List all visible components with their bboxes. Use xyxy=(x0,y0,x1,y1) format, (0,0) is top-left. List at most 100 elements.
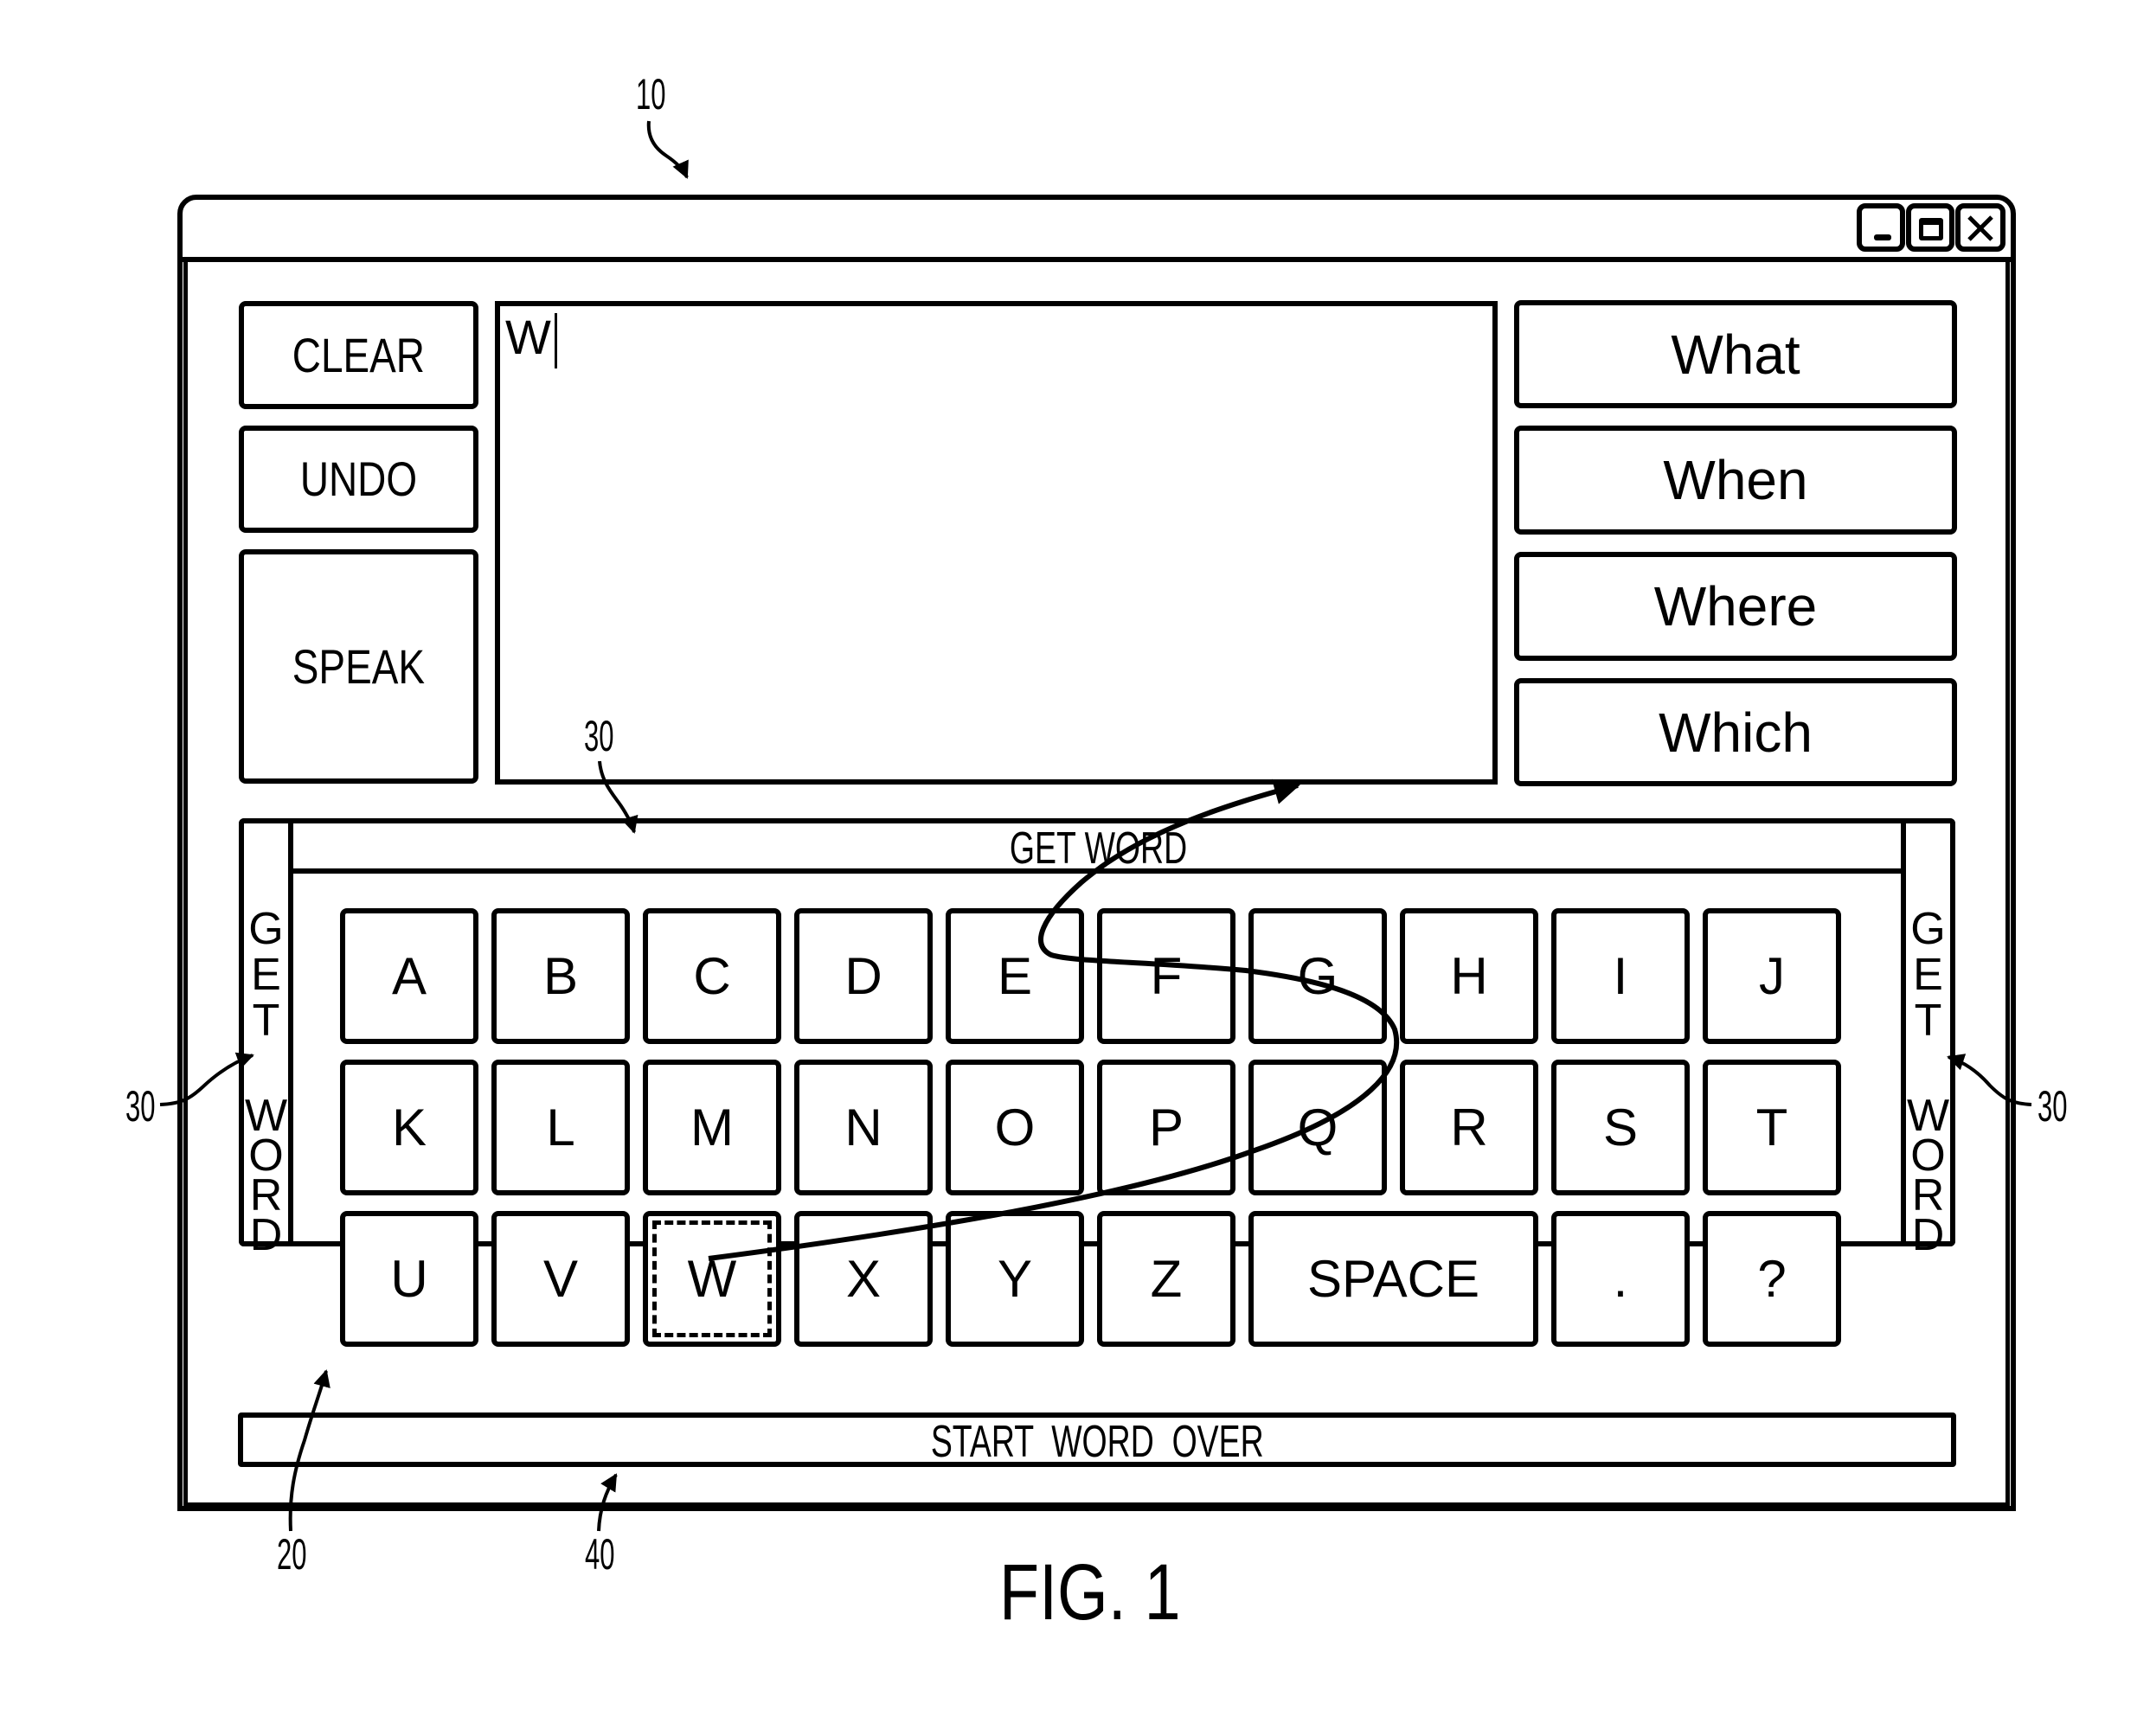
key-label: O xyxy=(994,1098,1036,1156)
word-prediction-what[interactable]: What xyxy=(1514,300,1957,408)
key-label: T xyxy=(1755,1098,1788,1156)
ref-label-30-left: 30 xyxy=(125,1082,156,1131)
maximize-icon xyxy=(1919,218,1943,240)
key-n[interactable]: N xyxy=(794,1060,933,1195)
minimize-icon xyxy=(1874,234,1891,240)
minimize-button[interactable] xyxy=(1857,203,1905,252)
key-k[interactable]: K xyxy=(340,1060,478,1195)
key-j[interactable]: J xyxy=(1703,908,1841,1044)
get-word-right-letter: E xyxy=(1913,950,1943,1000)
get-word-right-letter: T xyxy=(1914,996,1942,1046)
key-x[interactable]: X xyxy=(794,1211,933,1347)
key-s[interactable]: S xyxy=(1551,1060,1690,1195)
get-word-left-letter: D xyxy=(249,1210,283,1260)
key-label: P xyxy=(1148,1098,1184,1156)
key-label: X xyxy=(845,1249,882,1308)
key-label: A xyxy=(391,946,427,1005)
key-h[interactable]: H xyxy=(1400,908,1538,1044)
selected-key-indicator xyxy=(652,1220,772,1337)
key-g[interactable]: G xyxy=(1248,908,1387,1044)
ref-label-10: 10 xyxy=(636,70,666,119)
key-label: M xyxy=(690,1098,734,1156)
key-a[interactable]: A xyxy=(340,908,478,1044)
clear-label: CLEAR xyxy=(292,327,426,382)
text-caret xyxy=(554,313,557,368)
start-word-over-label: START WORD OVER xyxy=(930,1416,1264,1467)
undo-label: UNDO xyxy=(299,452,418,506)
get-word-top-bar[interactable]: GET WORD xyxy=(291,818,1906,874)
key-label: J xyxy=(1759,946,1785,1005)
message-text: W xyxy=(505,310,551,364)
key-q[interactable]: Q xyxy=(1248,1060,1387,1195)
key-o[interactable]: O xyxy=(946,1060,1084,1195)
key-z[interactable]: Z xyxy=(1097,1211,1235,1347)
close-icon xyxy=(1967,215,1993,241)
key-label: S xyxy=(1602,1098,1639,1156)
key-label: . xyxy=(1613,1249,1628,1308)
key-i[interactable]: I xyxy=(1551,908,1690,1044)
key-label: F xyxy=(1150,946,1183,1005)
key-question-mark[interactable]: ? xyxy=(1703,1211,1841,1347)
word-prediction-label: What xyxy=(1671,323,1800,386)
key-label: N xyxy=(844,1098,882,1156)
word-prediction-label: Where xyxy=(1653,575,1818,637)
key-period[interactable]: . xyxy=(1551,1211,1690,1347)
speak-label: SPEAK xyxy=(292,638,426,694)
title-bar xyxy=(177,195,2016,262)
leader-arrow-10 xyxy=(646,120,689,179)
clear-button[interactable]: CLEAR xyxy=(239,301,478,409)
key-f[interactable]: F xyxy=(1097,908,1235,1044)
key-label: L xyxy=(546,1098,575,1156)
close-button[interactable] xyxy=(1955,203,2005,252)
key-label: B xyxy=(542,946,579,1005)
key-label: I xyxy=(1613,946,1628,1005)
key-r[interactable]: R xyxy=(1400,1060,1538,1195)
key-label: K xyxy=(391,1098,427,1156)
word-prediction-which[interactable]: Which xyxy=(1514,678,1957,786)
speak-button[interactable]: SPEAK xyxy=(239,549,478,784)
key-y[interactable]: Y xyxy=(946,1211,1084,1347)
key-l[interactable]: L xyxy=(491,1060,630,1195)
key-label: E xyxy=(997,946,1033,1005)
get-word-right-letter: G xyxy=(1910,904,1946,954)
ref-label-30-right: 30 xyxy=(2038,1082,2068,1131)
word-prediction-label: When xyxy=(1663,449,1808,511)
key-u[interactable]: U xyxy=(340,1211,478,1347)
key-v[interactable]: V xyxy=(491,1211,630,1347)
key-label: SPACE xyxy=(1307,1249,1479,1308)
word-prediction-when[interactable]: When xyxy=(1514,426,1957,535)
key-p[interactable]: P xyxy=(1097,1060,1235,1195)
key-m[interactable]: M xyxy=(643,1060,781,1195)
key-label: V xyxy=(542,1249,579,1308)
get-word-left-bar[interactable]: G E T W O R D xyxy=(239,818,293,1258)
get-word-right-bar[interactable]: G E T W O R D xyxy=(1901,818,1955,1258)
key-label: C xyxy=(693,946,731,1005)
key-label: R xyxy=(1450,1098,1488,1156)
key-label: U xyxy=(390,1249,428,1308)
get-word-left-letter: G xyxy=(248,904,284,954)
maximize-button[interactable] xyxy=(1906,203,1954,252)
key-w[interactable]: W xyxy=(643,1211,781,1347)
key-t[interactable]: T xyxy=(1703,1060,1841,1195)
key-label: Y xyxy=(997,1249,1033,1308)
key-d[interactable]: D xyxy=(794,908,933,1044)
key-c[interactable]: C xyxy=(643,908,781,1044)
key-b[interactable]: B xyxy=(491,908,630,1044)
key-label: G xyxy=(1297,946,1338,1005)
start-word-over-button[interactable]: START WORD OVER xyxy=(238,1413,1956,1467)
key-label: Q xyxy=(1297,1098,1338,1156)
message-text-area[interactable]: W xyxy=(495,301,1498,785)
word-prediction-where[interactable]: Where xyxy=(1514,552,1957,661)
get-word-top-label: GET WORD xyxy=(1009,823,1188,874)
ref-label-40: 40 xyxy=(585,1530,615,1579)
key-label: Z xyxy=(1150,1249,1183,1308)
undo-button[interactable]: UNDO xyxy=(239,426,478,533)
key-space[interactable]: SPACE xyxy=(1248,1211,1538,1347)
key-e[interactable]: E xyxy=(946,908,1084,1044)
get-word-right-letter: D xyxy=(1911,1210,1945,1260)
get-word-left-letter: T xyxy=(252,996,280,1046)
figure-caption: FIG. 1 xyxy=(999,1548,1181,1637)
key-label: H xyxy=(1450,946,1488,1005)
key-label: D xyxy=(844,946,882,1005)
word-prediction-label: Which xyxy=(1659,701,1813,764)
